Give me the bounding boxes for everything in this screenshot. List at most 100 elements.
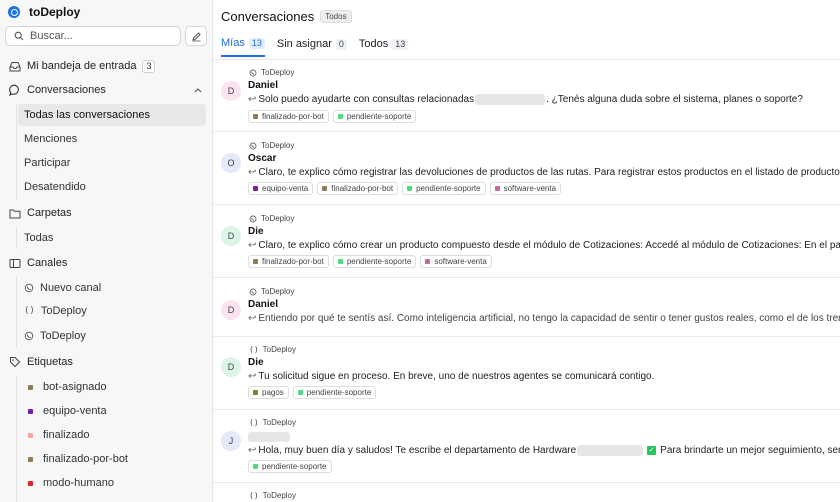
assignee-tabs: Mías 13 Sin asignar 0 Todos 13 <box>221 37 409 57</box>
label-chip[interactable]: software-venta <box>489 182 562 195</box>
conversation-channel: ToDeploy <box>249 141 294 150</box>
label-color-dot <box>407 186 413 191</box>
nav-mentions[interactable]: Menciones <box>18 128 206 150</box>
channel-label: Nuevo canal <box>40 282 102 294</box>
reply-arrow-icon: ↩ <box>248 445 257 456</box>
nav-unattended[interactable]: Desatendido <box>18 176 206 198</box>
message-text: . ¿Tenés alguna duda sobre el sistema, p… <box>546 94 803 105</box>
search-icon <box>14 31 24 41</box>
label-chip[interactable]: pendiente-soporte <box>332 110 417 123</box>
label-chip[interactable]: software-venta <box>420 255 492 268</box>
conversation-item[interactable]: J () ToDeploy ↩ Hola, muy buen día y sal… <box>213 411 840 483</box>
avatar: D <box>221 226 241 246</box>
label-chip[interactable]: finalizado-por-bot <box>248 255 329 268</box>
submenu-rule <box>16 376 17 502</box>
code-brackets-icon: () <box>249 418 259 427</box>
whatsapp-icon <box>249 288 257 296</box>
conversation-channel: () ToDeploy <box>249 345 296 354</box>
conversation-channel: () ToDeploy <box>249 418 296 427</box>
label-chip[interactable]: pendiente-soporte <box>248 460 332 473</box>
nav-tag-bot-asignado[interactable]: bot-asignado <box>18 376 206 398</box>
conversation-item[interactable]: D ToDeploy Daniel ↩ Entiendo por qué te … <box>213 279 840 337</box>
nav-folder-all[interactable]: Todas <box>18 227 206 249</box>
channel-label: ToDeploy <box>40 330 86 342</box>
label-text: software-venta <box>434 257 487 266</box>
tab-count: 13 <box>392 38 409 50</box>
message-text: Entiendo por qué te sentís así. Como int… <box>258 313 840 324</box>
nav-channel-todeploy-web[interactable]: () ToDeploy <box>18 300 206 322</box>
label-chip[interactable]: finalizado-por-bot <box>248 110 329 123</box>
tab-mine[interactable]: Mías 13 <box>221 37 265 57</box>
label-color-dot <box>253 390 258 395</box>
label-text: pagos <box>262 388 284 397</box>
last-message: ↩ Entiendo por qué te sentís así. Como i… <box>248 313 840 324</box>
nav-tag-modo-humano[interactable]: modo-humano <box>18 472 206 494</box>
brand[interactable]: toDeploy <box>8 5 80 19</box>
conversation-labels: pagos pendiente-soporte <box>248 386 377 399</box>
nav-channel-todeploy-whatsapp[interactable]: ToDeploy <box>18 325 206 347</box>
code-brackets-icon: () <box>249 491 259 500</box>
label-color-dot <box>297 390 303 395</box>
conversation-item[interactable]: D ToDeploy Die ↩ Claro, te explico cómo … <box>213 206 840 278</box>
chat-bubble-icon <box>9 84 21 96</box>
page-title: Conversaciones <box>221 9 315 24</box>
redacted-text <box>475 94 546 105</box>
last-message: ↩ Claro, te explico cómo registrar las d… <box>248 167 840 178</box>
submenu-rule <box>16 104 17 200</box>
conversation-item[interactable]: () ToDeploy <box>213 484 840 502</box>
code-brackets-icon: () <box>24 306 35 316</box>
label-chip[interactable]: pendiente-soporte <box>402 182 486 195</box>
tag-color-dot <box>28 456 33 462</box>
last-message: ↩ Claro, te explico cómo crear un produc… <box>248 240 840 251</box>
nav-folders-label: Carpetas <box>27 207 72 219</box>
reply-arrow-icon: ↩ <box>248 313 257 324</box>
label-chip[interactable]: pendiente-soporte <box>292 386 377 399</box>
nav-participating[interactable]: Participar <box>18 152 206 174</box>
avatar: D <box>221 357 241 377</box>
search-input[interactable] <box>30 30 170 42</box>
whatsapp-icon <box>249 142 257 150</box>
nav-tag-finalizado-por-bot[interactable]: finalizado-por-bot <box>18 448 206 470</box>
conversation-item[interactable]: O ToDeploy Oscar ↩ Claro, te explico cóm… <box>213 133 840 205</box>
conversation-channel: ToDeploy <box>249 68 294 77</box>
label-color-dot <box>253 464 258 469</box>
nav-tag-equipo-venta[interactable]: equipo-venta <box>18 400 206 422</box>
label-chip[interactable]: finalizado-por-bot <box>317 182 399 195</box>
tag-label: finalizado <box>43 429 90 441</box>
label-color-dot <box>337 259 343 264</box>
nav-conversations[interactable]: Conversaciones <box>9 80 106 100</box>
tab-count: 13 <box>248 37 265 49</box>
submenu-rule <box>16 227 17 249</box>
conversation-item[interactable]: D () ToDeploy Die ↩ Tu solicitud sigue e… <box>213 338 840 410</box>
nav-tags[interactable]: Etiquetas <box>9 352 73 372</box>
nav-channels-label: Canales <box>27 257 68 269</box>
chevron-up-icon[interactable] <box>194 87 202 93</box>
label-text: finalizado-por-bot <box>262 112 324 121</box>
search-box[interactable] <box>5 26 181 46</box>
whatsapp-icon <box>249 69 257 77</box>
nav-tags-label: Etiquetas <box>27 356 73 368</box>
nav-channel-nuevo-canal[interactable]: Nuevo canal <box>18 277 206 299</box>
nav-tag-finalizado[interactable]: finalizado <box>18 424 206 446</box>
tab-unassigned[interactable]: Sin asignar 0 <box>277 37 347 57</box>
label-color-dot <box>322 186 328 191</box>
conversation-labels: finalizado-por-bot pendiente-soporte <box>248 110 417 123</box>
redacted-text <box>577 445 644 456</box>
nav-all-conversations[interactable]: Todas las conversaciones <box>18 104 206 126</box>
label-chip[interactable]: pagos <box>248 386 289 399</box>
nav-my-inbox[interactable]: Mi bandeja de entrada 3 <box>9 56 156 76</box>
status-filter-badge[interactable]: Todos <box>320 10 352 23</box>
tag-color-dot <box>28 432 33 438</box>
label-chip[interactable]: equipo-venta <box>248 182 314 195</box>
redacted-contact-name <box>248 432 290 442</box>
nav-channels[interactable]: Canales <box>9 253 67 273</box>
message-text: Hola, muy buen día y saludos! Te escribe… <box>258 445 577 456</box>
label-chip[interactable]: pendiente-soporte <box>332 255 417 268</box>
tab-all[interactable]: Todos 13 <box>359 37 409 57</box>
tag-color-dot <box>28 384 33 390</box>
compose-button[interactable] <box>185 26 207 46</box>
reply-arrow-icon: ↩ <box>248 240 257 251</box>
folder-icon <box>9 208 21 219</box>
conversation-item[interactable]: D ToDeploy Daniel ↩ Solo puedo ayudarte … <box>213 60 840 132</box>
nav-folders[interactable]: Carpetas <box>9 203 72 223</box>
